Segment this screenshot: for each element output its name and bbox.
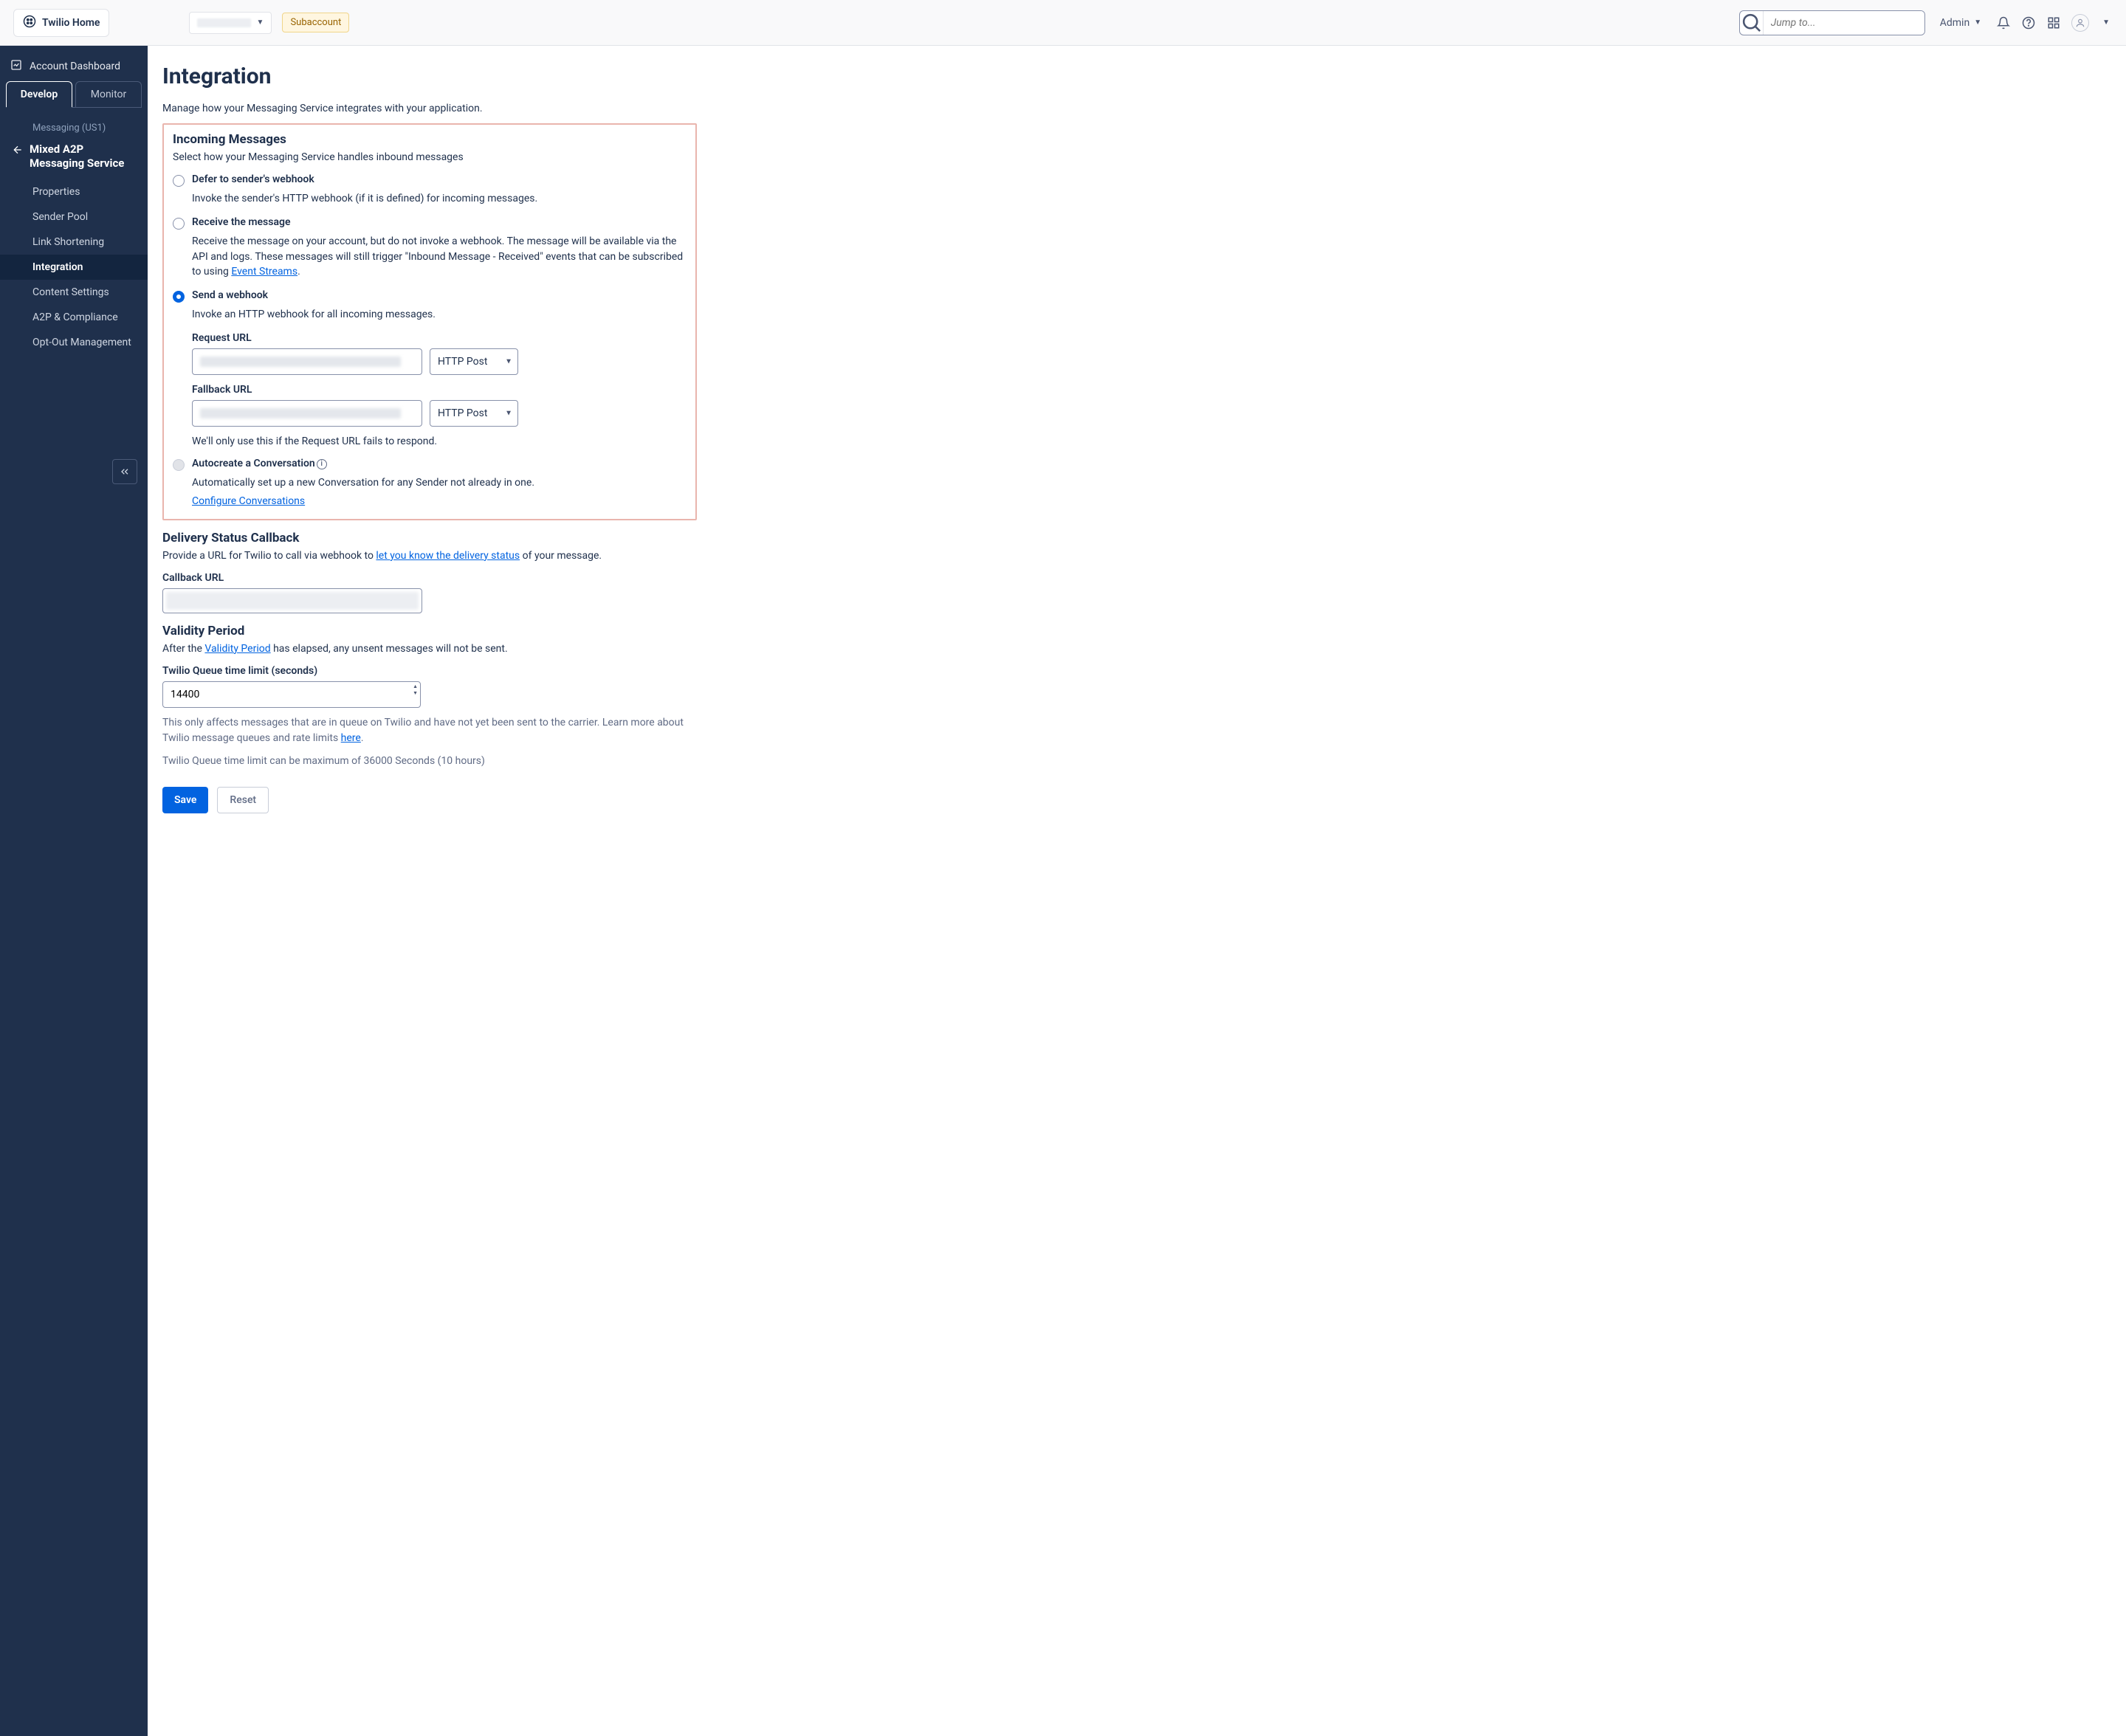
account-dashboard-link[interactable]: Account Dashboard (0, 46, 148, 81)
validity-period-link[interactable]: Validity Period (204, 643, 270, 655)
account-name-redacted (197, 18, 250, 27)
stepper-up-icon[interactable]: ▲ (413, 684, 418, 689)
dashboard-icon (10, 59, 22, 74)
apps-icon[interactable] (2046, 16, 2061, 30)
dashboard-label: Account Dashboard (30, 61, 120, 72)
search-box[interactable] (1739, 10, 1925, 35)
help-icon[interactable] (2021, 16, 2036, 30)
stepper-down-icon[interactable]: ▼ (413, 691, 418, 696)
radio-defer[interactable] (173, 175, 185, 187)
home-button[interactable]: Twilio Home (13, 9, 109, 37)
back-arrow-icon[interactable] (12, 144, 24, 159)
opt-webhook-desc: Invoke an HTTP webhook for all incoming … (192, 307, 687, 322)
service-name: Mixed A2P Messaging Service (30, 142, 139, 170)
sidebar-item-integration[interactable]: Integration (0, 255, 148, 280)
sidebar: Account Dashboard Develop Monitor Messag… (0, 46, 148, 1736)
incoming-heading: Incoming Messages (173, 132, 687, 147)
sidebar-item-content-settings[interactable]: Content Settings (0, 280, 148, 305)
search-icon (1740, 11, 1764, 35)
sidebar-item-link-shortening[interactable]: Link Shortening (0, 230, 148, 255)
callback-url-label: Callback URL (162, 572, 697, 584)
request-method-select[interactable]: HTTP Post (430, 348, 518, 375)
reset-button[interactable]: Reset (217, 787, 269, 813)
incoming-panel: Incoming Messages Select how your Messag… (162, 123, 697, 520)
radio-webhook[interactable] (173, 291, 185, 303)
info-icon[interactable]: i (317, 459, 327, 469)
chevron-down-icon: ▼ (1974, 18, 1981, 27)
validity-desc: After the Validity Period has elapsed, a… (162, 643, 697, 655)
account-dropdown[interactable]: ▼ (189, 12, 272, 34)
breadcrumb[interactable]: Messaging (US1) (0, 118, 148, 138)
page-subtitle: Manage how your Messaging Service integr… (162, 103, 2111, 114)
opt-webhook-label: Send a webhook (192, 289, 268, 301)
callback-url-input[interactable] (162, 588, 422, 613)
fallback-hint: We'll only use this if the Request URL f… (192, 435, 687, 447)
radio-autocreate (173, 459, 185, 471)
opt-auto-desc: Automatically set up a new Conversation … (192, 475, 687, 490)
sidebar-item-opt-out-management[interactable]: Opt-Out Management (0, 330, 148, 355)
delivery-desc: Provide a URL for Twilio to call via web… (162, 550, 697, 562)
admin-label: Admin (1940, 17, 1970, 29)
queue-limit-label: Twilio Queue time limit (seconds) (162, 665, 697, 677)
tab-monitor[interactable]: Monitor (75, 81, 142, 107)
validity-help-1: This only affects messages that are in q… (162, 715, 697, 746)
opt-auto-label: Autocreate a Conversationi (192, 458, 327, 469)
save-button[interactable]: Save (162, 787, 208, 813)
incoming-desc: Select how your Messaging Service handle… (173, 151, 687, 163)
chevron-down-icon: ▼ (257, 18, 264, 27)
fallback-url-input[interactable] (192, 400, 422, 427)
delivery-status-link[interactable]: let you know the delivery status (376, 550, 520, 562)
topbar: Twilio Home ▼ Subaccount Admin ▼ ▼ (0, 0, 2126, 46)
notifications-icon[interactable] (1996, 16, 2011, 30)
validity-heading: Validity Period (162, 624, 697, 638)
page-title: Integration (162, 63, 2111, 89)
event-streams-link[interactable]: Event Streams (231, 266, 297, 278)
sidebar-item-sender-pool[interactable]: Sender Pool (0, 204, 148, 230)
admin-dropdown[interactable]: Admin ▼ (1936, 14, 1986, 32)
collapse-sidebar-button[interactable] (112, 459, 137, 484)
home-label: Twilio Home (42, 17, 100, 29)
radio-receive[interactable] (173, 218, 185, 230)
request-url-input[interactable] (192, 348, 422, 375)
search-input[interactable] (1764, 11, 1924, 35)
fallback-url-label: Fallback URL (192, 384, 687, 396)
subaccount-badge: Subaccount (282, 13, 349, 32)
sidebar-item-a2p-compliance[interactable]: A2P & Compliance (0, 305, 148, 330)
delivery-heading: Delivery Status Callback (162, 531, 697, 545)
request-url-label: Request URL (192, 332, 687, 344)
learn-more-link[interactable]: here (341, 732, 361, 744)
twilio-logo-icon (23, 15, 36, 31)
opt-defer-desc: Invoke the sender's HTTP webhook (if it … (192, 191, 687, 206)
tab-develop[interactable]: Develop (6, 81, 72, 107)
main-content: Integration Manage how your Messaging Se… (148, 46, 2126, 1736)
user-menu-chevron[interactable]: ▼ (2099, 18, 2113, 27)
user-avatar[interactable] (2071, 14, 2089, 32)
opt-receive-desc: Receive the message on your account, but… (192, 234, 687, 279)
opt-defer-label: Defer to sender's webhook (192, 173, 314, 185)
opt-receive-label: Receive the message (192, 216, 290, 228)
sidebar-item-properties[interactable]: Properties (0, 179, 148, 204)
fallback-method-select[interactable]: HTTP Post (430, 400, 518, 427)
validity-help-2: Twilio Queue time limit can be maximum o… (162, 754, 697, 769)
configure-conversations-link[interactable]: Configure Conversations (192, 495, 305, 507)
queue-limit-input[interactable] (162, 681, 421, 708)
